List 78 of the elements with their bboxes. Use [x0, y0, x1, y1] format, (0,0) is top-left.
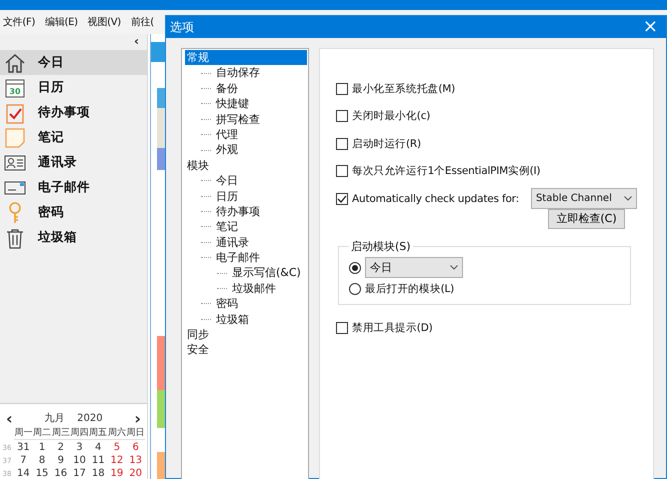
calendar-icon: 30: [4, 76, 26, 98]
option-label: 最小化至系统托盘(M): [352, 82, 456, 96]
tree-item[interactable]: 外观: [214, 142, 240, 158]
group-title: 启动模块(S): [350, 238, 412, 254]
calendar-day[interactable]: 17: [70, 468, 89, 479]
tree-item[interactable]: 安全: [185, 342, 211, 358]
weekday-label: 周四: [70, 426, 89, 440]
calendar-day[interactable]: 15: [32, 468, 52, 479]
tree-item[interactable]: 待办事项: [214, 204, 262, 220]
option-label: Automatically check updates for:: [352, 192, 519, 205]
tree-item[interactable]: 自动保存: [214, 65, 262, 81]
close-button[interactable]: ×: [642, 18, 658, 36]
tree-item[interactable]: 模块: [185, 158, 211, 174]
tree-item[interactable]: 常规: [185, 50, 307, 66]
calendar-day[interactable]: 6: [126, 442, 145, 453]
tree-item[interactable]: 备份: [214, 80, 240, 96]
menu-item[interactable]: 视图(V): [88, 15, 121, 29]
weekday-label: 周日: [126, 426, 145, 440]
calendar-day[interactable]: 11: [88, 455, 108, 466]
calendar-day[interactable]: 9: [51, 455, 70, 466]
nav-item[interactable]: 30 日历: [0, 75, 147, 100]
collapse-arrow[interactable]: ‹: [134, 34, 139, 50]
menu-item[interactable]: 编辑(E): [45, 15, 78, 29]
weekday-label: 周五: [88, 426, 108, 440]
tree-item[interactable]: 今日: [214, 173, 240, 189]
weekday-label: 周三: [51, 426, 70, 440]
nav-item[interactable]: 今日: [0, 50, 147, 75]
option-label: 关闭时最小化(c): [352, 109, 430, 124]
check-now-button[interactable]: 立即检查(C): [548, 208, 625, 228]
calendar-day[interactable]: 16: [51, 468, 70, 479]
weekday-label: 周二: [32, 426, 52, 440]
calendar-day[interactable]: 18: [88, 468, 108, 479]
nav-item[interactable]: 密码: [0, 200, 147, 225]
dialog-title: 选项: [170, 18, 194, 36]
tree-item[interactable]: 拼写检查: [214, 112, 262, 127]
calendar-day[interactable]: 19: [108, 468, 126, 479]
calendar-day[interactable]: 3: [70, 442, 89, 453]
tree-item[interactable]: 显示写信(&C): [230, 265, 303, 281]
calendar-day[interactable]: 7: [14, 455, 33, 466]
weekday-label: 周六: [108, 426, 126, 440]
next-month-button[interactable]: ›: [134, 408, 141, 428]
calendar-day[interactable]: 2: [51, 442, 70, 453]
calendar-day[interactable]: 31: [14, 442, 33, 453]
tree-item[interactable]: 通讯录: [214, 234, 251, 250]
calendar-day[interactable]: 20: [126, 468, 145, 479]
tree-item[interactable]: 代理: [214, 126, 240, 142]
nav-item[interactable]: 笔记: [0, 125, 147, 150]
weekday-label: 周一: [14, 426, 33, 440]
calendar-day[interactable]: 8: [32, 455, 52, 466]
tree-item[interactable]: 日历: [214, 188, 240, 204]
calendar-day[interactable]: 10: [70, 455, 89, 466]
option-label: 最后打开的模块(L): [365, 282, 454, 296]
option-label: 禁用工具提示(D): [352, 321, 432, 336]
option-label: 启动时运行(R): [352, 136, 421, 151]
tree-item[interactable]: 垃圾邮件: [230, 280, 278, 296]
channel-dropdown[interactable]: Stable Channel: [530, 188, 637, 210]
module-dropdown[interactable]: 今日: [365, 257, 463, 278]
prev-month-button[interactable]: ‹: [6, 408, 13, 428]
calendar-day[interactable]: 1: [32, 442, 52, 453]
tree-item[interactable]: 快捷键: [214, 96, 251, 112]
menu-item[interactable]: 前往(: [130, 15, 154, 29]
nav-item[interactable]: 垃圾箱: [0, 225, 147, 250]
calendar-day[interactable]: 5: [108, 442, 126, 453]
tree-item[interactable]: 笔记: [214, 219, 240, 235]
month-title: 九月 2020: [44, 412, 103, 425]
tree-item[interactable]: 密码: [214, 296, 240, 312]
tree-item[interactable]: 同步: [185, 327, 211, 342]
calendar-day[interactable]: 13: [126, 455, 145, 466]
menu-item[interactable]: 文件(F): [3, 15, 36, 29]
calendar-day[interactable]: 12: [108, 455, 126, 466]
nav-item[interactable]: 待办事项: [0, 100, 147, 125]
nav-item[interactable]: 通讯录: [0, 150, 147, 175]
tree-item[interactable]: 垃圾箱: [214, 312, 251, 328]
nav-item[interactable]: 电子邮件: [0, 175, 147, 200]
calendar-day[interactable]: 14: [14, 468, 33, 479]
calendar-day[interactable]: 4: [88, 442, 108, 453]
option-label: 每次只允许运行1个EssentialPIM实例(I): [352, 164, 540, 178]
tree-item[interactable]: 电子邮件: [214, 250, 262, 266]
